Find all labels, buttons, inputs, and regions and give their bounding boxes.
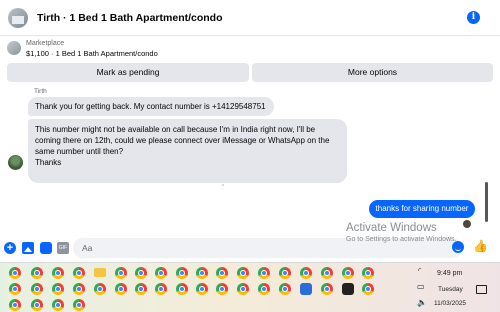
chrome-icon[interactable]	[115, 283, 127, 295]
battery-icon[interactable]: ▭	[417, 282, 425, 291]
chrome-icon[interactable]	[321, 283, 333, 295]
listing-thumbnail[interactable]	[8, 7, 28, 28]
chrome-icon[interactable]	[196, 267, 208, 279]
like-icon[interactable]: 👍	[473, 239, 488, 253]
chrome-icon[interactable]	[155, 283, 167, 295]
chrome-icon[interactable]	[216, 267, 228, 279]
chrome-icon[interactable]	[279, 283, 291, 295]
notification-icon[interactable]	[476, 285, 487, 294]
chrome-icon[interactable]	[73, 267, 85, 279]
sender-name: Tirth	[34, 88, 47, 95]
divider-dot	[222, 184, 224, 186]
clock-time[interactable]: 9:49 pm	[437, 270, 462, 277]
sticker-icon[interactable]	[40, 242, 52, 254]
chrome-icon[interactable]	[9, 299, 21, 311]
conversation-title[interactable]: Tirth · 1 Bed 1 Bath Apartment/condo	[37, 12, 223, 24]
photo-icon[interactable]	[22, 242, 34, 254]
chrome-icon[interactable]	[176, 267, 188, 279]
chrome-icon[interactable]	[52, 283, 64, 295]
chrome-icon[interactable]	[216, 283, 228, 295]
mark-as-pending-button[interactable]: Mark as pending	[7, 63, 249, 82]
chrome-icon[interactable]	[237, 283, 249, 295]
chrome-icon[interactable]	[279, 267, 291, 279]
chrome-icon[interactable]	[31, 283, 43, 295]
chrome-icon[interactable]	[196, 283, 208, 295]
chrome-icon[interactable]	[362, 267, 374, 279]
chrome-icon[interactable]	[258, 267, 270, 279]
conversation-header: Tirth · 1 Bed 1 Bath Apartment/condo i	[0, 0, 500, 36]
chrome-icon[interactable]	[52, 267, 64, 279]
info-icon[interactable]: i	[467, 11, 480, 24]
chrome-icon[interactable]	[135, 283, 147, 295]
app-icon[interactable]	[300, 283, 312, 295]
listing-price-title: $1,100 · 1 Bed 1 Bath Apartment/condo	[26, 49, 158, 58]
thread-scrollbar[interactable]	[485, 182, 488, 222]
wifi-icon[interactable]: ◜	[418, 266, 421, 275]
messenger-window: Tirth · 1 Bed 1 Bath Apartment/condo i M…	[0, 0, 500, 312]
more-options-button[interactable]: More options	[252, 63, 493, 82]
listing-source: Marketplace	[26, 40, 65, 47]
chrome-icon[interactable]	[115, 267, 127, 279]
seen-indicator-avatar	[463, 220, 471, 228]
chrome-icon[interactable]	[258, 283, 270, 295]
sender-avatar[interactable]	[8, 155, 23, 170]
watermark-subtitle: Go to Settings to activate Windows.	[346, 236, 457, 243]
chrome-icon[interactable]	[73, 283, 85, 295]
outgoing-message[interactable]: thanks for sharing number	[369, 200, 475, 218]
chrome-icon[interactable]	[342, 267, 354, 279]
chrome-icon[interactable]	[321, 267, 333, 279]
gif-icon[interactable]: GIF	[57, 242, 69, 254]
incoming-message[interactable]: This number might not be available on ca…	[28, 119, 347, 183]
message-placeholder: Aa	[82, 243, 93, 253]
watermark-title: Activate Windows	[346, 222, 437, 234]
folder-icon[interactable]	[94, 268, 106, 277]
chrome-icon[interactable]	[176, 283, 188, 295]
chrome-icon[interactable]	[135, 267, 147, 279]
chrome-icon[interactable]	[362, 283, 374, 295]
chrome-icon[interactable]	[31, 299, 43, 311]
chrome-icon[interactable]	[73, 299, 85, 311]
chrome-icon[interactable]	[94, 283, 106, 295]
message-thread: Tirth Thank you for getting back. My con…	[0, 84, 500, 234]
listing-summary[interactable]: Marketplace $1,100 · 1 Bed 1 Bath Apartm…	[0, 37, 500, 61]
incoming-message[interactable]: Thank you for getting back. My contact n…	[28, 97, 274, 116]
chrome-icon[interactable]	[155, 267, 167, 279]
app-icon[interactable]	[342, 283, 354, 295]
clock-date[interactable]: 11/03/2025	[434, 300, 466, 307]
plus-icon[interactable]: +	[4, 242, 16, 254]
listing-image	[7, 41, 21, 55]
chrome-icon[interactable]	[300, 267, 312, 279]
chrome-icon[interactable]	[31, 267, 43, 279]
activate-windows-watermark: Activate Windows Go to Settings to activ…	[346, 222, 457, 243]
chrome-icon[interactable]	[52, 299, 64, 311]
clock-day[interactable]: Tuesday	[438, 286, 463, 293]
speaker-icon[interactable]: 🔈	[417, 298, 427, 307]
chrome-icon[interactable]	[9, 267, 21, 279]
chrome-icon[interactable]	[9, 283, 21, 295]
chrome-icon[interactable]	[237, 267, 249, 279]
